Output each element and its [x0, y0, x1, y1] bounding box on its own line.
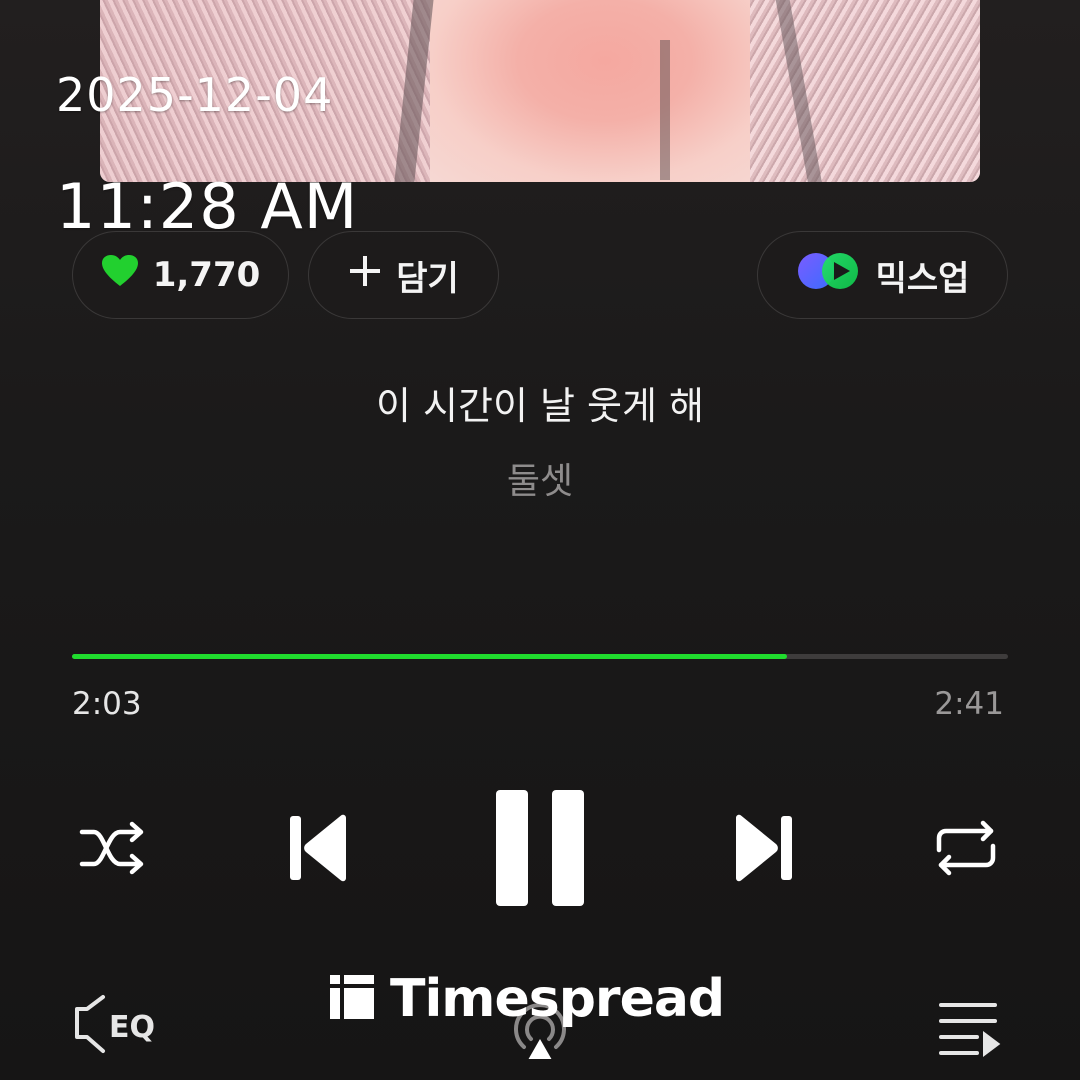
shuffle-icon	[78, 820, 150, 880]
playlist-icon	[935, 999, 1001, 1061]
mixup-logo-icon	[796, 251, 862, 300]
heart-icon	[101, 254, 139, 297]
plus-icon	[348, 254, 382, 297]
player-screen: 2025-12-04 11:28 AM 1,770 담기 믹스업 이 시간이 날…	[0, 0, 1080, 1080]
artist-name[interactable]: 둘셋	[0, 452, 1080, 504]
skip-next-icon	[732, 812, 796, 888]
mixup-label: 믹스업	[875, 258, 970, 299]
watermark-text: Timespread	[390, 969, 725, 1029]
repeat-button[interactable]	[926, 815, 1006, 885]
progress-bar[interactable]	[72, 654, 1008, 659]
mixup-button[interactable]: 믹스업	[757, 231, 1008, 319]
add-label: 담기	[396, 258, 459, 299]
previous-button[interactable]	[278, 808, 358, 892]
shuffle-button[interactable]	[74, 815, 154, 885]
song-title: 이 시간이 날 웃게 해	[376, 384, 704, 428]
svg-text:EQ: EQ	[109, 1010, 155, 1045]
progress-bar-fill	[72, 654, 788, 659]
like-count: 1,770	[152, 255, 261, 295]
album-art-face	[430, 0, 780, 182]
add-to-playlist-button[interactable]: 담기	[308, 231, 499, 319]
timespread-logo-icon	[328, 973, 376, 1025]
next-button[interactable]	[724, 808, 804, 892]
album-art-strand	[660, 40, 670, 180]
watermark: Timespread	[328, 966, 725, 1032]
eq-button[interactable]: EQ	[70, 988, 162, 1068]
overlay-date: 2025-12-04	[56, 68, 334, 122]
like-button[interactable]: 1,770	[72, 231, 289, 319]
skip-previous-icon	[286, 812, 350, 888]
elapsed-time: 2:03	[72, 686, 142, 722]
playlist-button[interactable]	[928, 995, 1008, 1065]
pause-button[interactable]	[488, 784, 592, 916]
total-duration: 2:41	[934, 686, 1004, 722]
pause-icon	[492, 786, 588, 914]
eq-icon: EQ	[71, 991, 161, 1065]
repeat-icon	[931, 818, 1001, 882]
